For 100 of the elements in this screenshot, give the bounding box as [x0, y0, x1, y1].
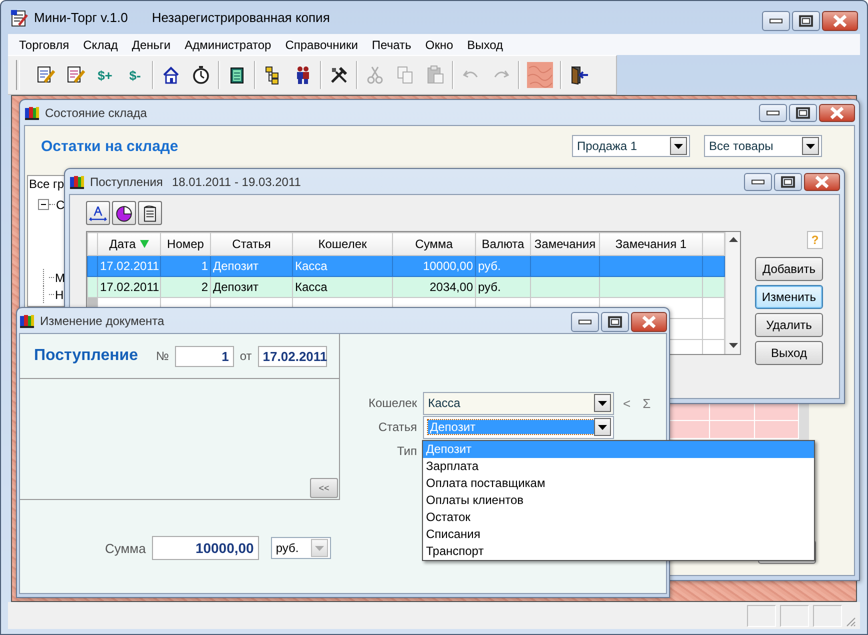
menu-item[interactable]: Справочники [278, 38, 365, 52]
maximize-button[interactable] [789, 104, 817, 122]
select-field[interactable]: Касса [423, 392, 614, 414]
document-type-heading: Поступление [34, 347, 138, 365]
close-icon [816, 177, 828, 187]
minimize-icon [752, 180, 764, 184]
dropdown-option[interactable]: Списания [423, 526, 814, 543]
table-cell: Депозит [213, 280, 259, 294]
window-icon [24, 104, 40, 120]
tree-item[interactable]: М [55, 270, 65, 284]
column-header[interactable]: Дата [98, 232, 160, 256]
column-header[interactable]: Статья [210, 232, 292, 256]
dropdown-arrow-icon[interactable] [674, 144, 683, 148]
dropdown-arrow-icon[interactable] [598, 400, 607, 406]
menu-item[interactable]: Деньги [124, 38, 178, 52]
menu-item[interactable]: Склад [76, 38, 125, 52]
maximize-icon [797, 108, 809, 118]
maximize-icon [609, 317, 621, 327]
field-label: Сумма [105, 540, 146, 556]
column-header[interactable]: Кошелек [292, 232, 392, 256]
date-range: 18.01.2011 - 19.03.2011 [172, 174, 301, 188]
column-header[interactable]: Сумма [392, 232, 476, 256]
status-panel [780, 604, 809, 626]
tree-item[interactable]: С [56, 198, 65, 212]
minimize-button[interactable] [759, 104, 787, 122]
toolbar-button[interactable]: < [620, 396, 634, 410]
dropdown-option[interactable]: Оплата поставщикам [423, 475, 814, 492]
exit-door-icon[interactable] [569, 65, 589, 85]
close-button[interactable] [819, 104, 855, 122]
minimize-icon [770, 19, 782, 23]
menu-item[interactable]: Окно [418, 38, 460, 52]
table-cell: Касса [295, 280, 328, 294]
scroll-down-icon[interactable] [728, 343, 738, 348]
dropdown-arrow-icon[interactable] [806, 144, 815, 148]
toolbar-button[interactable]: $+ [95, 68, 115, 82]
dropdown-option[interactable]: Транспорт [423, 543, 814, 560]
maximize-button[interactable] [601, 312, 629, 332]
column-header[interactable]: Замечания [530, 232, 600, 256]
minimize-button[interactable] [744, 173, 772, 191]
field-label: от [240, 349, 252, 363]
collapse-button[interactable]: << [310, 478, 338, 498]
toolbar-button[interactable]: Σ [640, 396, 654, 410]
table-row[interactable]: 17.02.2011 2 Депозит Касса 2034,00 руб. [88, 276, 724, 298]
toolbar-button[interactable]: $- [125, 68, 145, 82]
scrollbar[interactable] [725, 232, 740, 354]
close-button[interactable] [631, 312, 667, 332]
dropdown-option[interactable]: Зарплата [423, 458, 814, 475]
dropdown-option[interactable]: Оплаты клиентов [423, 492, 814, 509]
menu-item[interactable]: Печать [364, 38, 418, 52]
minimize-button[interactable] [571, 312, 599, 332]
resize-grip-icon[interactable] [846, 617, 856, 627]
amount-field[interactable]: 10000,00 [152, 536, 259, 560]
column-header[interactable]: Замечания 1 [600, 232, 702, 256]
close-icon [643, 317, 655, 327]
table-cell: 2 [201, 280, 208, 294]
date-field[interactable]: 17.02.2011 [258, 346, 327, 366]
dropdown-arrow-icon[interactable] [598, 424, 607, 430]
registration-notice: Незарегистрированная копия [152, 10, 330, 25]
maximize-button[interactable] [792, 11, 820, 31]
menu-item[interactable]: Торговля [12, 38, 76, 52]
minimize-button[interactable] [762, 11, 790, 31]
scroll-up-icon[interactable] [728, 237, 738, 242]
collapse-toggle-icon[interactable] [38, 199, 49, 210]
pie-chart-button[interactable] [112, 201, 136, 225]
currency-dropdown[interactable]: руб. [270, 537, 331, 559]
action-button[interactable]: Изменить [755, 285, 823, 309]
text-size-button[interactable] [86, 201, 110, 225]
maximize-icon [782, 177, 794, 187]
column-header[interactable]: Валюта [476, 232, 530, 256]
home-icon[interactable] [161, 65, 181, 85]
dropdown-option[interactable]: Остаток [423, 509, 814, 526]
window-icon [69, 174, 85, 190]
number-field[interactable]: 1 [174, 346, 234, 366]
table-cell: Депозит [213, 259, 259, 273]
table-cell: руб. [478, 280, 501, 294]
table-cell: 2034,00 [430, 280, 473, 294]
app-icon [10, 8, 28, 26]
menu-item[interactable]: Администратор [178, 38, 278, 52]
print-list-button[interactable] [138, 201, 162, 225]
tools-icon[interactable] [329, 65, 349, 85]
tree-item[interactable]: Все гр [28, 176, 66, 192]
table-cell: Касса [295, 259, 328, 273]
window-title: Поступления [90, 174, 163, 188]
close-button[interactable] [822, 11, 858, 31]
menu-item[interactable]: Выход [460, 38, 510, 52]
stopwatch-icon[interactable] [191, 65, 211, 85]
maximize-icon [800, 16, 812, 26]
filter-dropdown[interactable]: Все товары [704, 135, 822, 157]
document-edit-icon[interactable] [65, 65, 85, 85]
filter-dropdown[interactable]: Продажа 1 [572, 135, 690, 157]
column-header[interactable]: Номер [160, 232, 210, 256]
action-button[interactable]: Выход [755, 341, 823, 365]
tree-item[interactable]: Н [55, 288, 64, 302]
close-icon [831, 108, 843, 118]
close-icon [834, 16, 846, 26]
action-button[interactable]: Добавить [755, 257, 823, 281]
action-button[interactable]: Удалить [755, 313, 823, 337]
close-button[interactable] [804, 173, 840, 191]
document-edit-icon[interactable] [35, 65, 55, 85]
maximize-button[interactable] [774, 173, 802, 191]
